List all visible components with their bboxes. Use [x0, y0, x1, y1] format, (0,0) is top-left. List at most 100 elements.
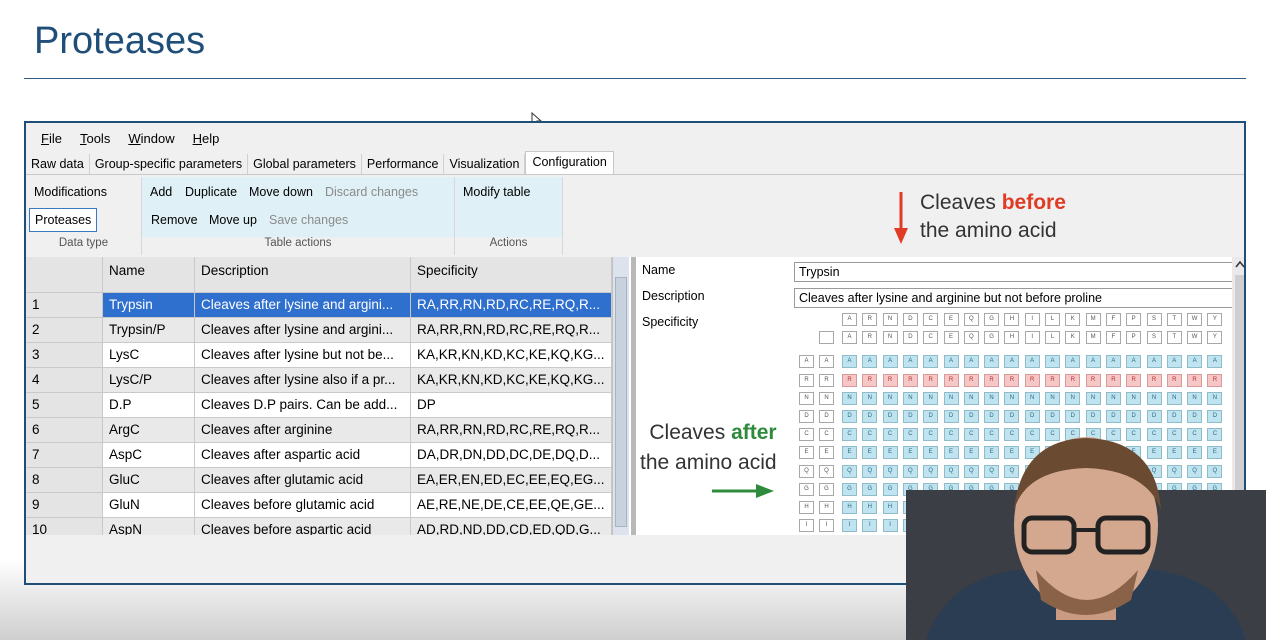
matrix-cell[interactable]: R — [1166, 373, 1182, 387]
column-header-specificity[interactable]: Specificity — [411, 257, 612, 293]
discard-changes-button[interactable]: Discard changes — [325, 185, 418, 199]
matrix-cell[interactable]: N — [963, 391, 979, 405]
tab-performance[interactable]: Performance — [362, 154, 445, 174]
matrix-cell[interactable]: N — [1187, 391, 1203, 405]
matrix-cell[interactable]: N — [902, 391, 918, 405]
column-header-name[interactable]: Name — [103, 257, 195, 293]
matrix-cell[interactable]: R — [963, 373, 979, 387]
matrix-cell[interactable]: D — [923, 410, 939, 423]
matrix-cell[interactable]: E — [882, 446, 898, 460]
matrix-cell[interactable]: R — [902, 373, 918, 387]
matrix-cell[interactable]: D — [943, 410, 959, 423]
matrix-cell[interactable]: G — [862, 482, 878, 496]
modify-table-button[interactable]: Modify table — [463, 185, 530, 199]
matrix-cell[interactable]: Q — [862, 464, 878, 478]
matrix-cell[interactable]: D — [1166, 410, 1182, 423]
move-up-button[interactable]: Move up — [209, 213, 257, 227]
matrix-cell[interactable]: N — [1146, 391, 1162, 405]
matrix-cell[interactable]: R — [1045, 373, 1060, 387]
matrix-cell[interactable]: D — [902, 410, 918, 423]
table-row[interactable]: 4 LysC/P Cleaves after lysine also if a pr… — [26, 368, 631, 393]
matrix-cell[interactable]: G — [882, 482, 898, 496]
name-field[interactable]: Trypsin — [794, 262, 1234, 282]
table-scrollbar[interactable] — [612, 257, 629, 535]
matrix-cell[interactable]: R — [882, 373, 898, 387]
matrix-cell[interactable]: D — [1085, 410, 1101, 423]
matrix-cell[interactable]: N — [984, 391, 1000, 405]
matrix-cell[interactable]: D — [1146, 410, 1162, 423]
matrix-cell[interactable]: D — [1207, 410, 1223, 423]
tab-visualization[interactable]: Visualization — [444, 154, 526, 174]
matrix-cell[interactable]: A — [1105, 355, 1121, 369]
matrix-cell[interactable]: A — [1146, 355, 1162, 369]
matrix-cell[interactable]: N — [1166, 391, 1182, 405]
matrix-cell[interactable]: D — [842, 410, 857, 423]
table-row[interactable]: 10 AspN Cleaves before aspartic acid AD,RD,… — [26, 518, 631, 535]
menu-item-window[interactable]: Window — [119, 131, 183, 146]
matrix-cell[interactable]: C — [882, 428, 898, 442]
matrix-cell[interactable]: R — [984, 373, 1000, 387]
matrix-cell[interactable]: N — [842, 391, 857, 405]
matrix-cell[interactable]: R — [1146, 373, 1162, 387]
matrix-cell[interactable]: A — [842, 355, 857, 369]
matrix-cell[interactable]: A — [1207, 355, 1223, 369]
matrix-cell[interactable]: C — [842, 428, 857, 442]
matrix-cell[interactable]: N — [1045, 391, 1060, 405]
matrix-cell[interactable]: G — [842, 482, 857, 496]
matrix-cell[interactable]: A — [1126, 355, 1142, 369]
matrix-cell[interactable]: A — [1065, 355, 1081, 369]
matrix-cell[interactable]: Q — [842, 464, 857, 478]
table-row[interactable]: 6 ArgC Cleaves after arginine RA,RR,RN,RD,R… — [26, 418, 631, 443]
matrix-cell[interactable]: A — [1024, 355, 1040, 369]
move-down-button[interactable]: Move down — [249, 185, 313, 199]
matrix-cell[interactable]: A — [923, 355, 939, 369]
matrix-cell[interactable]: D — [1187, 410, 1203, 423]
matrix-cell[interactable]: R — [1187, 373, 1203, 387]
matrix-cell[interactable]: A — [862, 355, 878, 369]
matrix-cell[interactable]: D — [1024, 410, 1040, 423]
matrix-cell[interactable]: N — [1126, 391, 1142, 405]
matrix-cell[interactable]: A — [1187, 355, 1203, 369]
matrix-cell[interactable]: I — [842, 519, 857, 533]
tab-global-parameters[interactable]: Global parameters — [248, 154, 362, 174]
matrix-cell[interactable]: E — [862, 446, 878, 460]
matrix-cell[interactable]: H — [862, 501, 878, 514]
modifications-button[interactable]: Modifications — [34, 185, 107, 199]
matrix-cell[interactable]: N — [1105, 391, 1121, 405]
matrix-cell[interactable]: N — [1004, 391, 1020, 405]
matrix-cell[interactable]: N — [923, 391, 939, 405]
matrix-cell[interactable]: D — [984, 410, 1000, 423]
matrix-cell[interactable]: R — [1126, 373, 1142, 387]
column-header-description[interactable]: Description — [195, 257, 411, 293]
tab-configuration[interactable]: Configuration — [525, 151, 614, 174]
matrix-cell[interactable]: R — [1085, 373, 1101, 387]
matrix-cell[interactable]: H — [882, 501, 898, 514]
matrix-cell[interactable]: I — [882, 519, 898, 533]
matrix-cell[interactable]: H — [842, 501, 857, 514]
table-row[interactable]: 1 Trypsin Cleaves after lysine and argini.… — [26, 293, 631, 318]
matrix-cell[interactable]: R — [1004, 373, 1020, 387]
matrix-cell[interactable]: N — [1085, 391, 1101, 405]
matrix-cell[interactable]: A — [1166, 355, 1182, 369]
matrix-cell[interactable]: A — [1085, 355, 1101, 369]
tab-group-specific-parameters[interactable]: Group-specific parameters — [90, 154, 249, 174]
matrix-cell[interactable]: D — [1004, 410, 1020, 423]
remove-button[interactable]: Remove — [151, 213, 198, 227]
proteases-button[interactable]: Proteases — [29, 208, 98, 232]
matrix-cell[interactable]: N — [882, 391, 898, 405]
matrix-cell[interactable]: D — [1105, 410, 1121, 423]
add-button[interactable]: Add — [150, 185, 172, 199]
matrix-cell[interactable]: Q — [882, 464, 898, 478]
matrix-cell[interactable]: R — [1207, 373, 1223, 387]
matrix-cell[interactable]: I — [862, 519, 878, 533]
matrix-cell[interactable]: D — [1065, 410, 1081, 423]
table-row[interactable]: 5 D.P Cleaves D.P pairs. Can be add... DP — [26, 393, 631, 418]
table-row[interactable]: 2 Trypsin/P Cleaves after lysine and argin… — [26, 318, 631, 343]
scrollbar-thumb[interactable] — [615, 277, 627, 527]
matrix-cell[interactable]: A — [1045, 355, 1060, 369]
matrix-cell[interactable]: N — [1024, 391, 1040, 405]
chevron-up-icon[interactable] — [1235, 260, 1245, 268]
table-row[interactable]: 8 GluC Cleaves after glutamic acid EA,ER,EN… — [26, 468, 631, 493]
matrix-cell[interactable]: R — [923, 373, 939, 387]
matrix-cell[interactable]: R — [1105, 373, 1121, 387]
